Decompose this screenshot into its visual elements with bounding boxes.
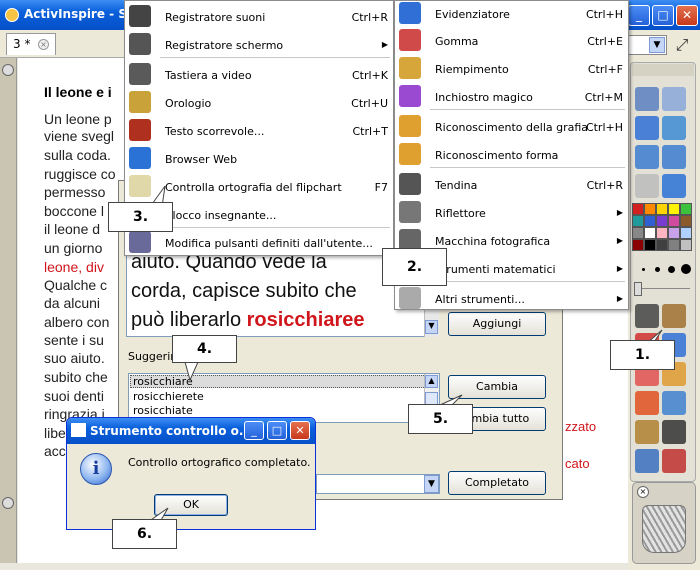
callout-6: 6. (112, 519, 177, 549)
callout-3: 3. (108, 202, 173, 232)
callout-1: 1. (610, 340, 675, 370)
callout-4: 4. (172, 335, 237, 363)
callout-2: 2. (382, 248, 447, 286)
callout-pointers (146, 185, 663, 523)
screen: ActivInspire - St 3 * × Il leone e i Un … (0, 0, 700, 570)
callout-5: 5. (408, 404, 473, 434)
